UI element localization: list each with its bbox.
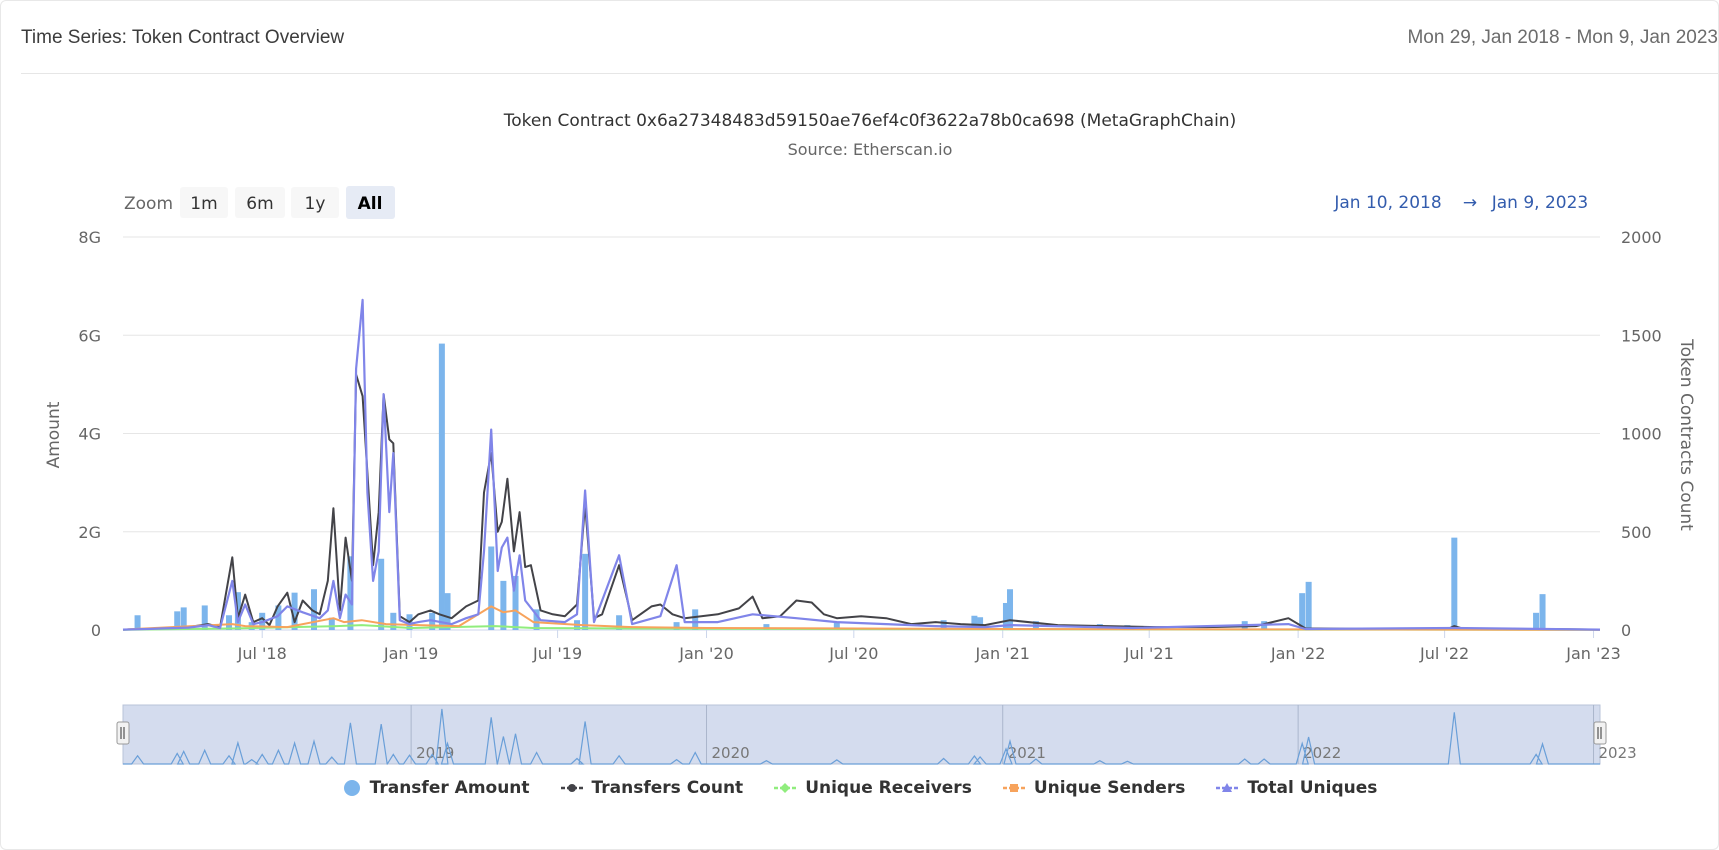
navigator-left-handle[interactable] [116, 721, 130, 745]
right-axis-ticks: 0 500 1000 1500 2000 [1621, 228, 1662, 640]
range-to-input[interactable]: Jan 9, 2023 [1491, 193, 1589, 213]
series-transfers-count [122, 373, 1601, 631]
right-tick-label: 0 [1621, 621, 1631, 640]
plot-area [122, 298, 1601, 631]
range-arrow: → [1463, 193, 1477, 213]
transfer-amount-bar[interactable] [1305, 581, 1312, 630]
legend-line-triangle-icon [1216, 783, 1239, 792]
right-axis-title: Token Contracts Count [1676, 338, 1696, 531]
navigator-background [122, 704, 1601, 765]
navigator-right-handle[interactable] [1593, 721, 1607, 745]
transfer-amount-bar[interactable] [500, 580, 507, 630]
transfer-amount-bar[interactable] [1451, 537, 1458, 630]
left-tick-label: 4G [78, 425, 101, 444]
transfer-amount-bar[interactable] [1539, 594, 1546, 630]
x-tick-label: Jul '22 [1419, 644, 1469, 663]
right-tick-label: 500 [1621, 523, 1652, 542]
navigator-year-label: 2022 [1303, 744, 1341, 762]
chart-title: Token Contract 0x6a27348483d59150ae76ef4… [503, 111, 1236, 131]
legend-item-transfers-count[interactable]: Transfers Count [560, 778, 744, 798]
legend-label: Unique Senders [1033, 778, 1186, 798]
legend-label: Transfers Count [591, 778, 744, 798]
transfer-amount-bar[interactable] [378, 558, 385, 630]
time-series-chart: Token Contract 0x6a27348483d59150ae76ef4… [44, 111, 1696, 765]
series-transfer-amount [134, 343, 1546, 630]
range-from-input[interactable]: Jan 10, 2018 [1333, 193, 1441, 213]
transfer-amount-bar[interactable] [488, 546, 495, 630]
chart-legend: Transfer Amount Transfers Count Unique R… [0, 778, 1719, 798]
legend-item-unique-receivers[interactable]: Unique Receivers [773, 778, 972, 798]
x-tick-label: Jan '20 [678, 644, 734, 663]
transfer-amount-bar[interactable] [1533, 612, 1540, 630]
zoom-label: Zoom [124, 194, 173, 214]
legend-label: Unique Receivers [805, 778, 972, 798]
zoom-6m-label: 6m [246, 194, 273, 214]
x-axis-ticks: Jul '18 Jan '19 Jul '19 Jan '20 Jul '20 Jan '… [123, 629, 1621, 663]
zoom-1y-label: 1y [305, 194, 326, 214]
legend-line-square-icon [1002, 784, 1025, 792]
zoom-all-button[interactable]: All [346, 186, 395, 219]
legend-item-total-uniques[interactable]: Total Uniques [1215, 778, 1377, 798]
zoom-all-label: All [358, 194, 383, 214]
series-total-uniques [122, 298, 1601, 631]
series-line[interactable] [122, 298, 1601, 631]
zoom-1m-button[interactable]: 1m [180, 187, 228, 218]
right-tick-label: 1500 [1621, 326, 1662, 345]
x-tick-label: Jan '22 [1270, 644, 1326, 663]
left-axis-ticks: 0 2G 4G 6G 8G [78, 228, 101, 640]
zoom-1y-button[interactable]: 1y [291, 187, 339, 218]
x-tick-label: Jan '23 [1565, 644, 1621, 663]
legend-item-unique-senders[interactable]: Unique Senders [1002, 778, 1186, 798]
legend-line-diamond-icon [774, 783, 797, 793]
left-tick-label: 8G [78, 228, 101, 247]
legend-circle-icon [343, 780, 360, 796]
left-tick-label: 0 [91, 621, 101, 640]
chart-subtitle: Source: Etherscan.io [788, 140, 953, 159]
grid-lines [123, 236, 1600, 631]
navigator[interactable]: 2019 2020 2021 2022 2023 [116, 704, 1637, 765]
x-tick-label: Jul '18 [237, 644, 287, 663]
transfer-amount-bar[interactable] [438, 343, 445, 630]
x-tick-label: Jul '21 [1124, 644, 1174, 663]
transfer-amount-bar[interactable] [582, 553, 589, 630]
x-tick-label: Jul '20 [828, 644, 878, 663]
legend-label: Transfer Amount [369, 778, 530, 798]
x-tick-label: Jan '21 [974, 644, 1030, 663]
right-tick-label: 1000 [1621, 425, 1662, 444]
transfer-amount-bar[interactable] [1007, 589, 1014, 630]
series-line[interactable] [122, 373, 1601, 631]
zoom-1m-label: 1m [190, 194, 217, 214]
legend-item-transfer-amount[interactable]: Transfer Amount [342, 778, 530, 798]
x-tick-label: Jul '19 [532, 644, 582, 663]
legend-line-circle-icon [560, 784, 583, 792]
right-tick-label: 2000 [1621, 228, 1662, 247]
navigator-year-label: 2023 [1599, 744, 1637, 762]
x-tick-label: Jan '19 [383, 644, 439, 663]
left-tick-label: 2G [78, 523, 101, 542]
navigator-year-label: 2020 [712, 744, 750, 762]
left-tick-label: 6G [78, 326, 101, 345]
legend-label: Total Uniques [1247, 778, 1378, 798]
left-axis-title: Amount [44, 401, 64, 468]
range-selector: Zoom 1m 6m 1y All Jan 10, 2018 → Jan 9, … [124, 186, 1588, 219]
zoom-6m-button[interactable]: 6m [235, 187, 285, 218]
